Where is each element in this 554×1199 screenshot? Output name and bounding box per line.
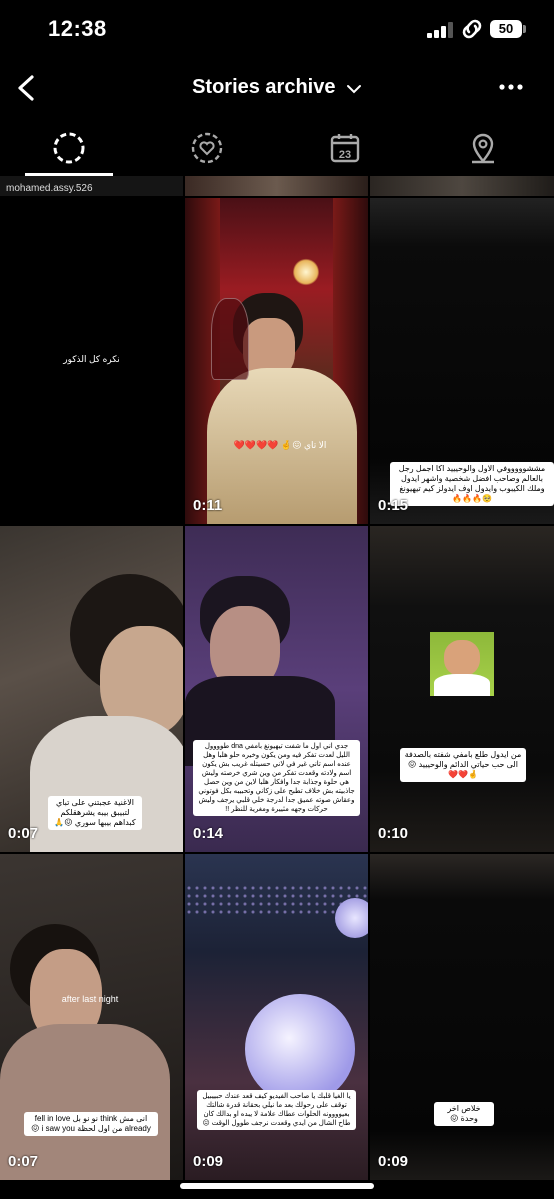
- personal-hotspot-icon: [462, 19, 482, 39]
- status-bar: 12:38 50: [0, 0, 554, 60]
- story-thumbnail[interactable]: جدي اني اول ما شفت تيهيونغ بامفي dna طوو…: [185, 526, 368, 852]
- story-caption: انى مش think نو نو بل fell in love alrea…: [24, 1112, 158, 1136]
- battery-icon: 50: [490, 20, 522, 38]
- status-time: 12:38: [48, 16, 107, 41]
- tab-calendar[interactable]: 23: [276, 120, 414, 176]
- story-thumbnail[interactable]: من ايدول طلع بامفي شفته بالصدفة الى حب ح…: [370, 526, 554, 852]
- story-caption: الا تاي 😖🤞 ❤️❤️❤️❤️: [233, 440, 327, 450]
- top-navigation: Stories archive: [0, 60, 554, 118]
- story-duration: 0:15: [378, 497, 409, 514]
- reaction-sticker: [430, 632, 494, 696]
- story-duration: 0:14: [193, 825, 224, 842]
- story-username-label: mohamed.assy.526: [6, 183, 93, 194]
- story-caption: جدي اني اول ما شفت تيهيونغ بامفي dna طوو…: [193, 740, 360, 816]
- story-duration: 0:09: [193, 1153, 224, 1170]
- story-thumbnail-partial[interactable]: [370, 176, 554, 196]
- story-caption-secondary: after last night: [61, 994, 119, 1004]
- story-thumbnail[interactable]: نكره كل الذكور: [0, 198, 183, 524]
- lightstick: [245, 994, 355, 1104]
- heart-circle-icon: [191, 132, 223, 164]
- story-thumbnail-partial[interactable]: [185, 176, 368, 196]
- chandelier: [293, 258, 319, 286]
- story-thumbnail[interactable]: الاغنية عجبتني على تباي لتبيبق بيبه يشره…: [0, 526, 183, 852]
- battery-tip: [523, 25, 526, 33]
- more-options-icon[interactable]: [496, 75, 526, 99]
- story-thumbnail[interactable]: خلاص اخر وحدة 😖 0:09: [370, 854, 554, 1180]
- page-title: Stories archive: [192, 76, 336, 98]
- lightstick: [335, 898, 368, 938]
- tab-stories-archive[interactable]: [0, 120, 138, 176]
- story-thumbnail[interactable]: after last night انى مش think نو نو بل f…: [0, 854, 183, 1180]
- cellular-signal-icon: [427, 22, 453, 38]
- tab-map[interactable]: [414, 120, 552, 176]
- svg-text:23: 23: [339, 149, 351, 161]
- story-duration: 0:09: [378, 1153, 409, 1170]
- story-caption: مششوووووفي الاول والوحيييد اكا اجمل رجل …: [390, 462, 554, 506]
- story-duration: 0:11: [193, 497, 223, 514]
- story-thumbnail[interactable]: يا الغيا قلبك يا صاحب الفيديو كيف قعد عن…: [185, 854, 368, 1180]
- story-caption: من ايدول طلع بامفي شفته بالصدفة الى حب ح…: [400, 748, 526, 782]
- stories-archive-icon: [53, 132, 85, 164]
- story-thumbnail[interactable]: مششوووووفي الاول والوحيييد اكا اجمل رجل …: [370, 198, 554, 524]
- title-dropdown[interactable]: Stories archive: [0, 76, 554, 99]
- calendar-icon: 23: [330, 134, 360, 163]
- location-pin-icon: [472, 133, 494, 164]
- story-caption: الاغنية عجبتني على تباي لتبيبق بيبه يشره…: [48, 796, 142, 830]
- story-duration: 0:10: [378, 825, 409, 842]
- home-indicator[interactable]: [180, 1183, 374, 1189]
- stories-grid: mohamed.assy.526 نكره كل الذكور الا تاي …: [0, 176, 554, 1186]
- story-caption: يا الغيا قلبك يا صاحب الفيديو كيف قعد عن…: [197, 1090, 356, 1130]
- story-caption: نكره كل الذكور: [63, 354, 120, 364]
- story-caption: خلاص اخر وحدة 😖: [434, 1102, 494, 1126]
- archive-tabs: 23: [0, 120, 554, 176]
- story-duration: 0:07: [8, 825, 39, 842]
- tab-highlights[interactable]: [138, 120, 276, 176]
- story-thumbnail-partial[interactable]: mohamed.assy.526: [0, 176, 183, 196]
- chevron-down-icon: [346, 84, 361, 94]
- wine-glass: [211, 298, 249, 380]
- story-duration: 0:07: [8, 1153, 39, 1170]
- story-thumbnail[interactable]: الا تاي 😖🤞 ❤️❤️❤️❤️ 0:11: [185, 198, 368, 524]
- person-body: [30, 716, 183, 852]
